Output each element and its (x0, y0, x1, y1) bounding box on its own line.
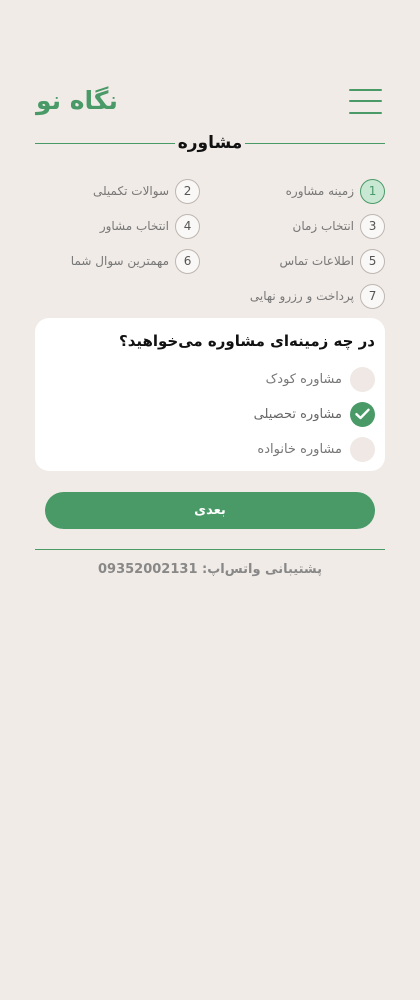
step-label: پرداخت و رزرو نهایی (249, 289, 354, 303)
footer-divider (35, 549, 385, 550)
step-5[interactable]: 5 اطلاعات تماس (279, 248, 385, 274)
step-number: 7 (360, 283, 385, 309)
hamburger-menu-icon[interactable] (349, 88, 382, 114)
step-label: انتخاب مشاور (99, 219, 169, 233)
step-label: سوالات تکمیلی (92, 184, 169, 198)
menu-line (349, 100, 382, 102)
support-text[interactable]: پشتیبانی واتس‌اپ: 09352002131 (35, 562, 385, 577)
option-child-counseling[interactable]: مشاوره کودک (266, 366, 375, 392)
step-number: 6 (175, 248, 200, 274)
step-label: اطلاعات تماس (279, 254, 354, 268)
checkmark-icon (355, 408, 370, 420)
step-label: مهمترین سوال شما (70, 254, 169, 268)
step-number: 5 (360, 248, 385, 274)
step-label: زمینه مشاوره (285, 184, 354, 198)
option-educational-counseling[interactable]: مشاوره تحصیلی (254, 401, 375, 427)
menu-line (349, 112, 382, 114)
step-number: 2 (175, 178, 200, 204)
question-text: در چه زمینه‌ای مشاوره می‌خواهید؟ (119, 332, 375, 350)
step-6[interactable]: 6 مهمترین سوال شما (71, 248, 200, 274)
step-number: 4 (175, 213, 200, 239)
radio-button[interactable] (350, 436, 375, 462)
question-card: در چه زمینه‌ای مشاوره می‌خواهید؟ مشاوره … (35, 318, 385, 471)
step-number: 1 (360, 178, 385, 204)
radio-button[interactable] (350, 366, 375, 392)
option-label: مشاوره خانواده (257, 441, 342, 457)
option-family-counseling[interactable]: مشاوره خانواده (257, 436, 375, 462)
step-3[interactable]: 3 انتخاب زمان (292, 213, 385, 239)
step-label: انتخاب زمان (292, 219, 355, 233)
menu-line (349, 89, 382, 91)
title-divider-right (245, 143, 385, 144)
logo[interactable]: نگاه نو (36, 84, 118, 118)
step-7[interactable]: 7 پرداخت و رزرو نهایی (250, 283, 385, 309)
radio-button[interactable] (350, 401, 375, 427)
step-1[interactable]: 1 زمینه مشاوره (286, 178, 385, 204)
page-title-row: مشاوره (35, 131, 385, 155)
step-4[interactable]: 4 انتخاب مشاور (100, 213, 200, 239)
option-label: مشاوره کودک (265, 371, 342, 387)
option-label: مشاوره تحصیلی (253, 406, 342, 422)
step-2[interactable]: 2 سوالات تکمیلی (93, 178, 200, 204)
next-button[interactable]: بعدی (45, 492, 375, 529)
step-number: 3 (360, 213, 385, 239)
